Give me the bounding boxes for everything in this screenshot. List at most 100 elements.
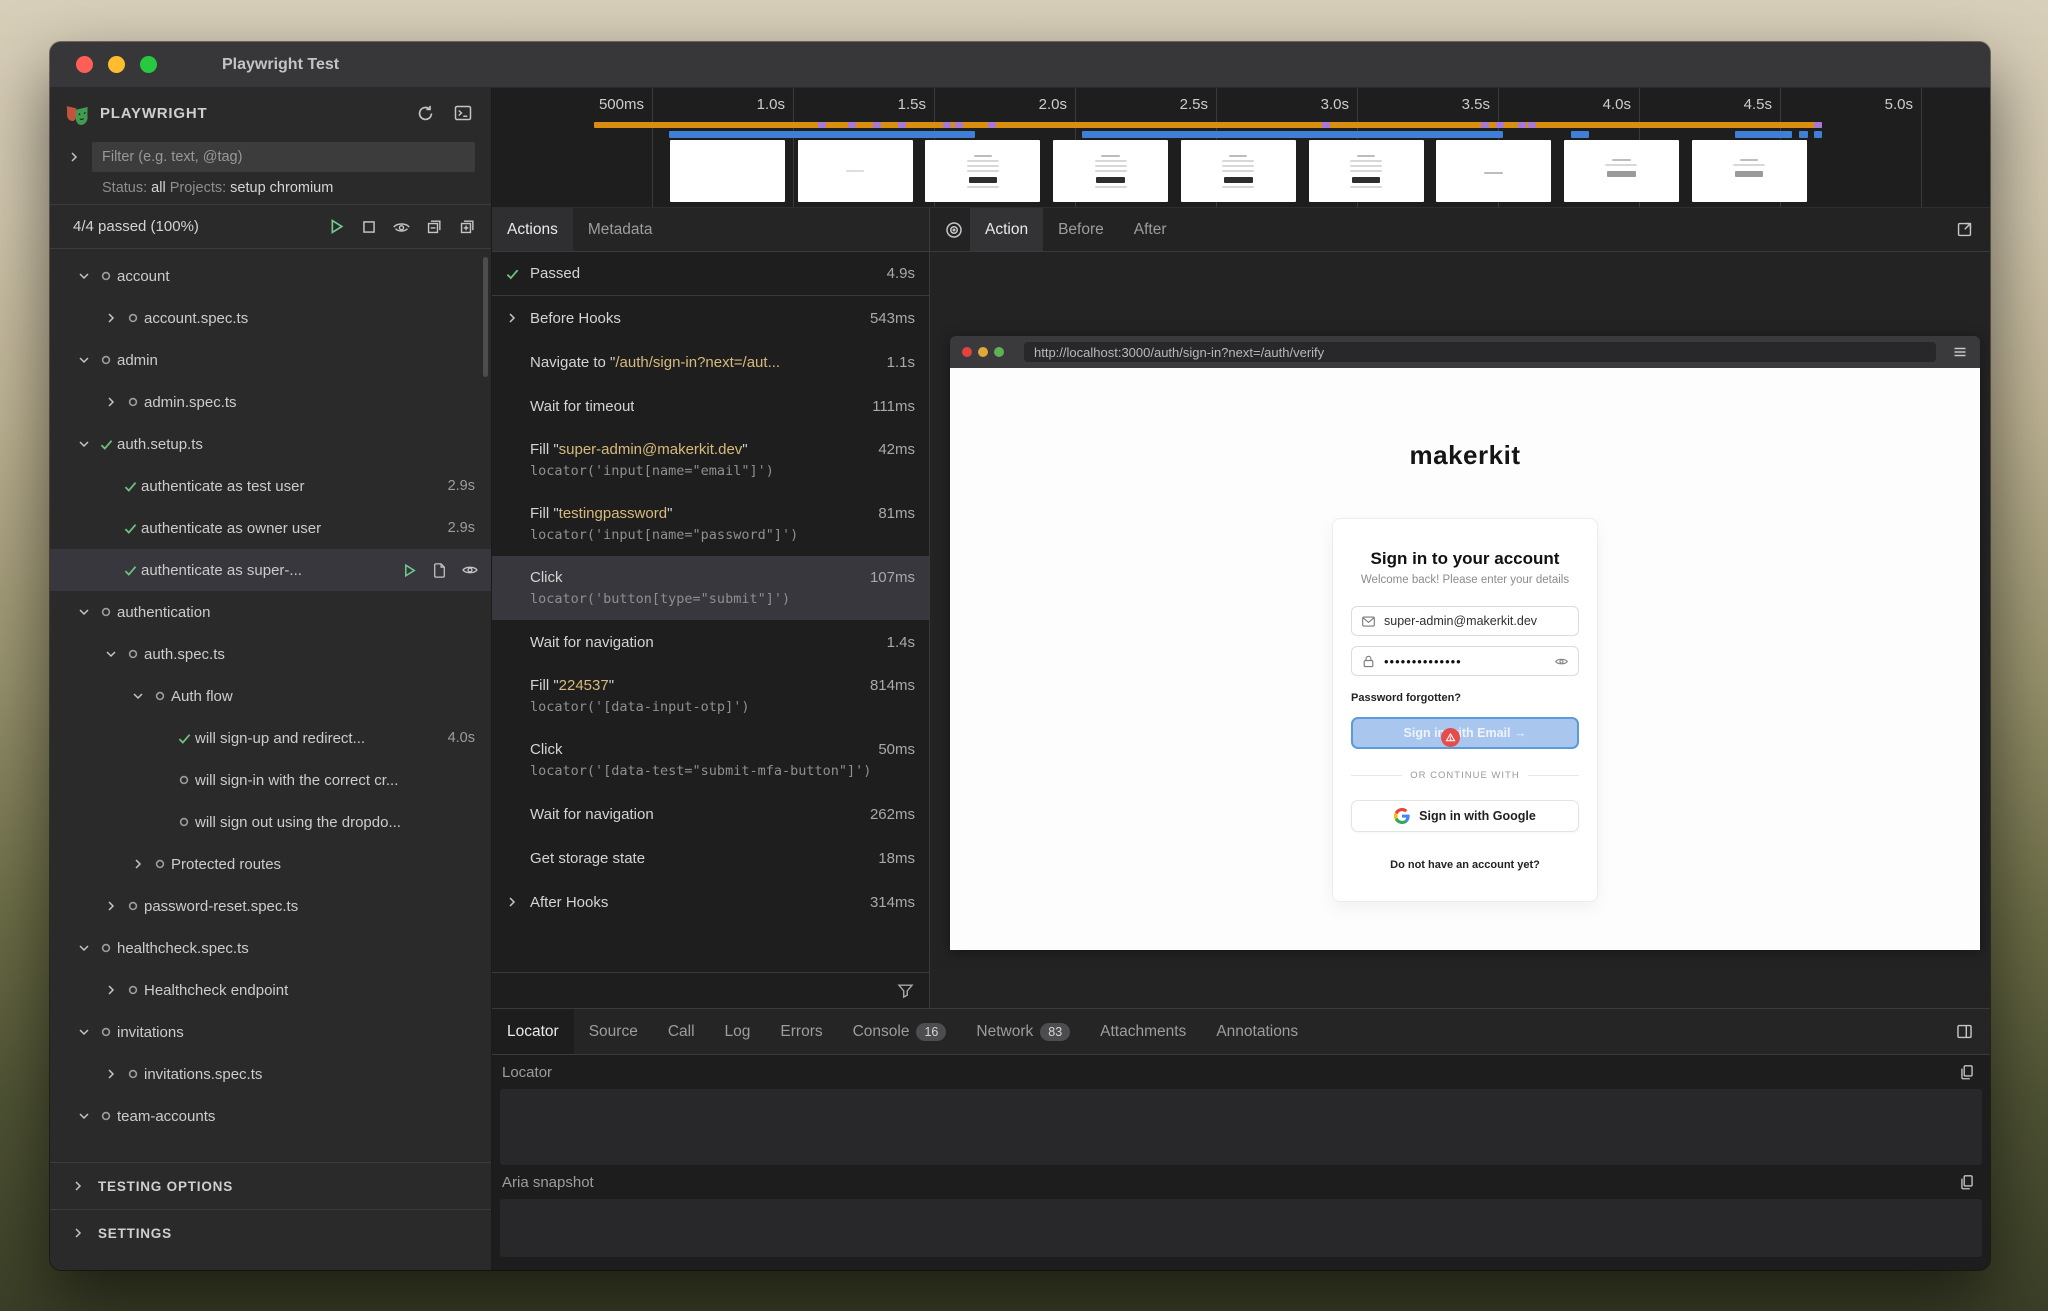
tab-actions[interactable]: Actions <box>492 208 573 251</box>
tree-row[interactable]: authenticate as test user2.9s <box>50 465 491 507</box>
action-row[interactable]: Wait for timeout111ms <box>492 384 929 428</box>
tab-action[interactable]: Action <box>970 208 1043 251</box>
chevron-right-icon[interactable] <box>100 982 122 998</box>
tree-row[interactable]: admin <box>50 339 491 381</box>
tab-console[interactable]: Console16 <box>838 1009 962 1054</box>
filter-actions-funnel-icon[interactable] <box>896 981 915 1000</box>
tree-row[interactable]: will sign-in with the correct cr... <box>50 759 491 801</box>
sign-in-email-button[interactable]: Sign in with Email → <box>1351 717 1579 749</box>
chevron-down-icon[interactable] <box>73 940 95 956</box>
watch-all-icon[interactable] <box>392 217 411 236</box>
chevron-right-icon[interactable] <box>100 1066 122 1082</box>
chevron-down-icon[interactable] <box>73 1024 95 1040</box>
password-field[interactable]: •••••••••••••• <box>1351 646 1579 676</box>
filmstrip-thumbnail[interactable] <box>1692 140 1807 202</box>
chevron-down-icon[interactable] <box>73 436 95 452</box>
tab-network[interactable]: Network83 <box>961 1009 1085 1054</box>
signup-link[interactable]: Do not have an account yet? <box>1351 859 1579 871</box>
chevron-right-icon[interactable] <box>127 856 149 872</box>
tree-row[interactable]: invitations.spec.ts <box>50 1053 491 1095</box>
action-row[interactable]: Fill "super-admin@makerkit.dev"42mslocat… <box>492 428 929 492</box>
split-view-icon[interactable] <box>1955 1009 1990 1054</box>
reload-tests-icon[interactable] <box>416 104 435 123</box>
tree-row[interactable]: healthcheck.spec.ts <box>50 927 491 969</box>
tree-row[interactable]: authentication <box>50 591 491 633</box>
email-field[interactable]: super-admin@makerkit.dev <box>1351 606 1579 636</box>
close-window-button[interactable] <box>76 56 93 73</box>
chevron-down-icon[interactable] <box>73 352 95 368</box>
tree-row[interactable]: will sign-up and redirect...4.0s <box>50 717 491 759</box>
chevron-down-icon[interactable] <box>73 604 95 620</box>
chevron-right-icon[interactable] <box>100 310 122 326</box>
tree-row[interactable]: account.spec.ts <box>50 297 491 339</box>
tree-row[interactable]: password-reset.spec.ts <box>50 885 491 927</box>
chevron-down-icon[interactable] <box>100 646 122 662</box>
chevron-down-icon[interactable] <box>73 1108 95 1124</box>
password-forgotten-link[interactable]: Password forgotten? <box>1351 692 1579 704</box>
sign-in-google-button[interactable]: Sign in with Google <box>1351 800 1579 832</box>
filmstrip-thumbnail[interactable] <box>1309 140 1424 202</box>
pick-locator-target-icon[interactable] <box>930 208 970 251</box>
open-snapshot-popout-icon[interactable] <box>1955 208 1990 251</box>
tree-row[interactable]: Auth flow <box>50 675 491 717</box>
tree-row[interactable]: authenticate as super-... <box>50 549 491 591</box>
stop-icon[interactable] <box>360 218 378 236</box>
aria-snapshot-editor[interactable] <box>500 1199 1982 1257</box>
filmstrip-thumbnail[interactable] <box>670 140 785 202</box>
chevron-down-icon[interactable] <box>127 688 149 704</box>
tab-attachments[interactable]: Attachments <box>1085 1009 1201 1054</box>
filmstrip-thumbnail[interactable] <box>798 140 913 202</box>
tree-row[interactable]: Healthcheck endpoint <box>50 969 491 1011</box>
tab-errors[interactable]: Errors <box>765 1009 837 1054</box>
tree-row[interactable]: team-accounts <box>50 1095 491 1137</box>
timeline-strip[interactable]: 500ms1.0s1.5s2.0s2.5s3.0s3.5s4.0s4.5s5.0… <box>492 88 1990 208</box>
tab-after[interactable]: After <box>1119 208 1182 251</box>
tree-row[interactable]: auth.setup.ts <box>50 423 491 465</box>
chevron-right-icon[interactable] <box>504 310 520 326</box>
filmstrip-thumbnail[interactable] <box>1181 140 1296 202</box>
run-test-icon[interactable] <box>401 562 418 579</box>
action-row[interactable]: Wait for navigation262ms <box>492 792 929 836</box>
run-all-icon[interactable] <box>327 217 346 236</box>
tree-row[interactable]: will sign out using the dropdo... <box>50 801 491 843</box>
filter-input[interactable] <box>92 142 475 172</box>
action-row[interactable]: Navigate to "/auth/sign-in?next=/aut...1… <box>492 340 929 384</box>
chevron-right-icon[interactable] <box>100 394 122 410</box>
tab-log[interactable]: Log <box>710 1009 766 1054</box>
watch-test-icon[interactable] <box>461 561 479 579</box>
tab-before[interactable]: Before <box>1043 208 1119 251</box>
tab-locator[interactable]: Locator <box>492 1009 574 1054</box>
tab-source[interactable]: Source <box>574 1009 653 1054</box>
action-group-row[interactable]: After Hooks314ms <box>492 880 929 924</box>
chevron-right-icon[interactable] <box>504 894 520 910</box>
tree-row[interactable]: auth.spec.ts <box>50 633 491 675</box>
action-row[interactable]: Click107mslocator('button[type="submit"]… <box>492 556 929 620</box>
locator-editor[interactable] <box>500 1089 1982 1165</box>
tab-call[interactable]: Call <box>653 1009 710 1054</box>
filmstrip-thumbnail[interactable] <box>1436 140 1551 202</box>
filmstrip-thumbnail[interactable] <box>1053 140 1168 202</box>
terminal-icon[interactable] <box>453 103 473 123</box>
action-group-row[interactable]: Before Hooks543ms <box>492 296 929 340</box>
filter-expand-chevron-icon[interactable] <box>66 149 82 165</box>
chevron-right-icon[interactable] <box>100 898 122 914</box>
minimize-window-button[interactable] <box>108 56 125 73</box>
tree-scrollbar-thumb[interactable] <box>483 257 488 377</box>
copy-locator-icon[interactable] <box>1958 1063 1976 1081</box>
filmstrip-thumbnail[interactable] <box>1564 140 1679 202</box>
action-row[interactable]: Wait for navigation1.4s <box>492 620 929 664</box>
tree-row[interactable]: Protected routes <box>50 843 491 885</box>
filmstrip-thumbnail[interactable] <box>925 140 1040 202</box>
tree-row[interactable]: admin.spec.ts <box>50 381 491 423</box>
tab-annotations[interactable]: Annotations <box>1201 1009 1313 1054</box>
action-row[interactable]: Fill "224537"814mslocator('[data-input-o… <box>492 664 929 728</box>
action-status-row[interactable]: Passed4.9s <box>492 252 929 296</box>
zoom-window-button[interactable] <box>140 56 157 73</box>
copy-aria-snapshot-icon[interactable] <box>1958 1173 1976 1191</box>
tree-row[interactable]: invitations <box>50 1011 491 1053</box>
expand-all-icon[interactable] <box>458 217 477 236</box>
show-source-icon[interactable] <box>431 562 448 579</box>
action-row[interactable]: Fill "testingpassword"81mslocator('input… <box>492 492 929 556</box>
tab-metadata[interactable]: Metadata <box>573 208 668 251</box>
section-header-testing-options[interactable]: TESTING OPTIONS <box>50 1162 491 1209</box>
